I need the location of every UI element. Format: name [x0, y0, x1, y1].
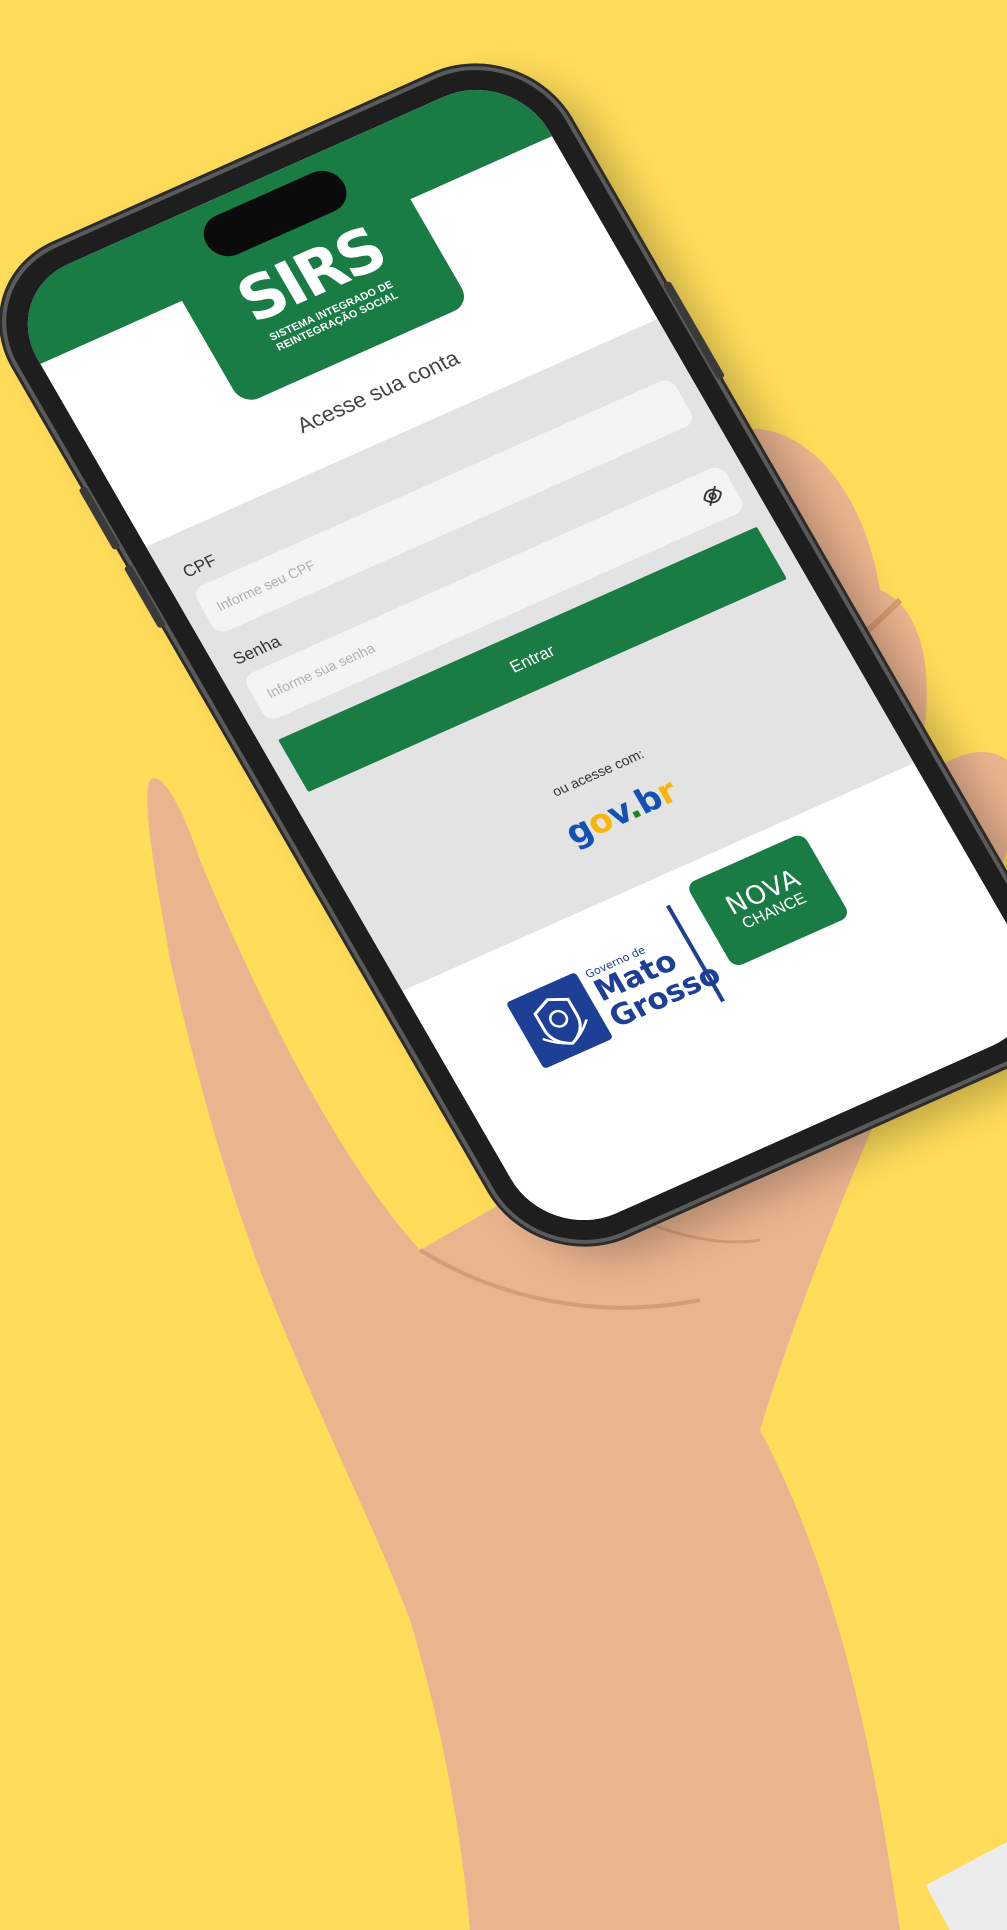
nova-chance-logo: NOVA CHANCE: [685, 832, 851, 969]
photo-scene: SIRS SISTEMA INTEGRADO DE REINTEGRAÇÃO S…: [0, 0, 1007, 1930]
mato-grosso-text: Governo de Mato Grosso: [583, 923, 727, 1035]
